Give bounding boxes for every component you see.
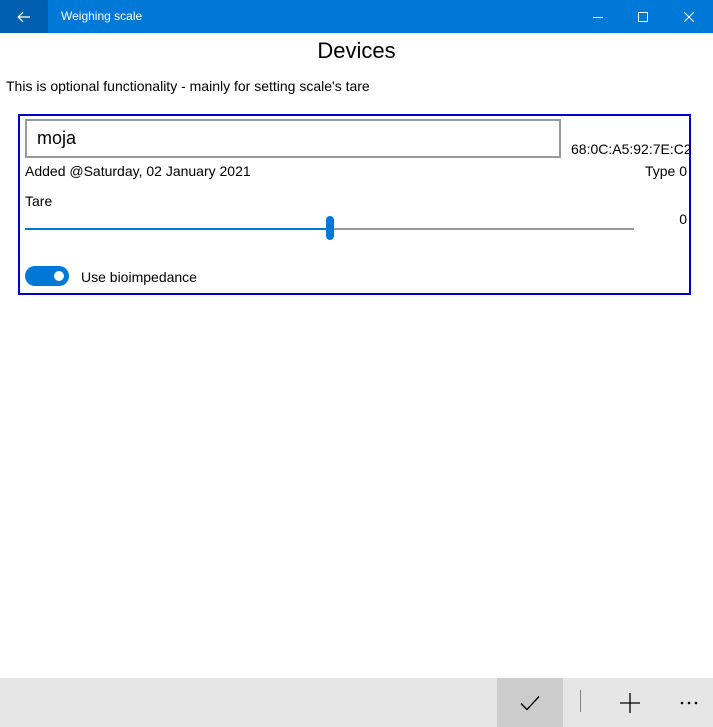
device-name-input[interactable] <box>25 119 561 158</box>
more-button[interactable] <box>665 678 713 727</box>
more-icon <box>680 701 698 704</box>
add-device-button[interactable] <box>606 678 654 727</box>
close-icon <box>684 11 694 22</box>
tare-slider[interactable] <box>25 216 634 242</box>
back-arrow-icon <box>17 11 30 22</box>
bioimpedance-label: Use bioimpedance <box>81 269 197 285</box>
page-description: This is optional functionality - mainly … <box>6 78 370 94</box>
minimize-button[interactable] <box>575 0 621 33</box>
title-bar: Weighing scale <box>0 0 713 33</box>
accept-button[interactable] <box>497 678 563 727</box>
back-button[interactable] <box>0 0 48 33</box>
device-added-date: Added @Saturday, 02 January 2021 <box>25 163 251 179</box>
bioimpedance-toggle[interactable] <box>25 266 69 286</box>
tare-value: 0 <box>679 211 687 227</box>
maximize-button[interactable] <box>620 0 666 33</box>
plus-icon <box>620 692 640 713</box>
checkmark-icon <box>520 695 540 710</box>
page-title: Devices <box>317 38 396 63</box>
window-title: Weighing scale <box>61 9 143 23</box>
close-button[interactable] <box>666 0 712 33</box>
tare-label: Tare <box>25 193 53 209</box>
command-separator <box>580 690 581 712</box>
toggle-knob <box>54 271 64 281</box>
slider-thumb[interactable] <box>326 216 334 240</box>
device-mac-address: 68:0C:A5:92:7E:C2 <box>571 141 692 157</box>
maximize-icon <box>638 11 648 22</box>
command-bar <box>0 678 713 727</box>
minimize-icon <box>593 16 603 18</box>
app-window: Weighing scale Devices This is optional … <box>0 0 713 727</box>
slider-fill <box>25 228 330 230</box>
device-type: Type 0 <box>644 163 687 179</box>
